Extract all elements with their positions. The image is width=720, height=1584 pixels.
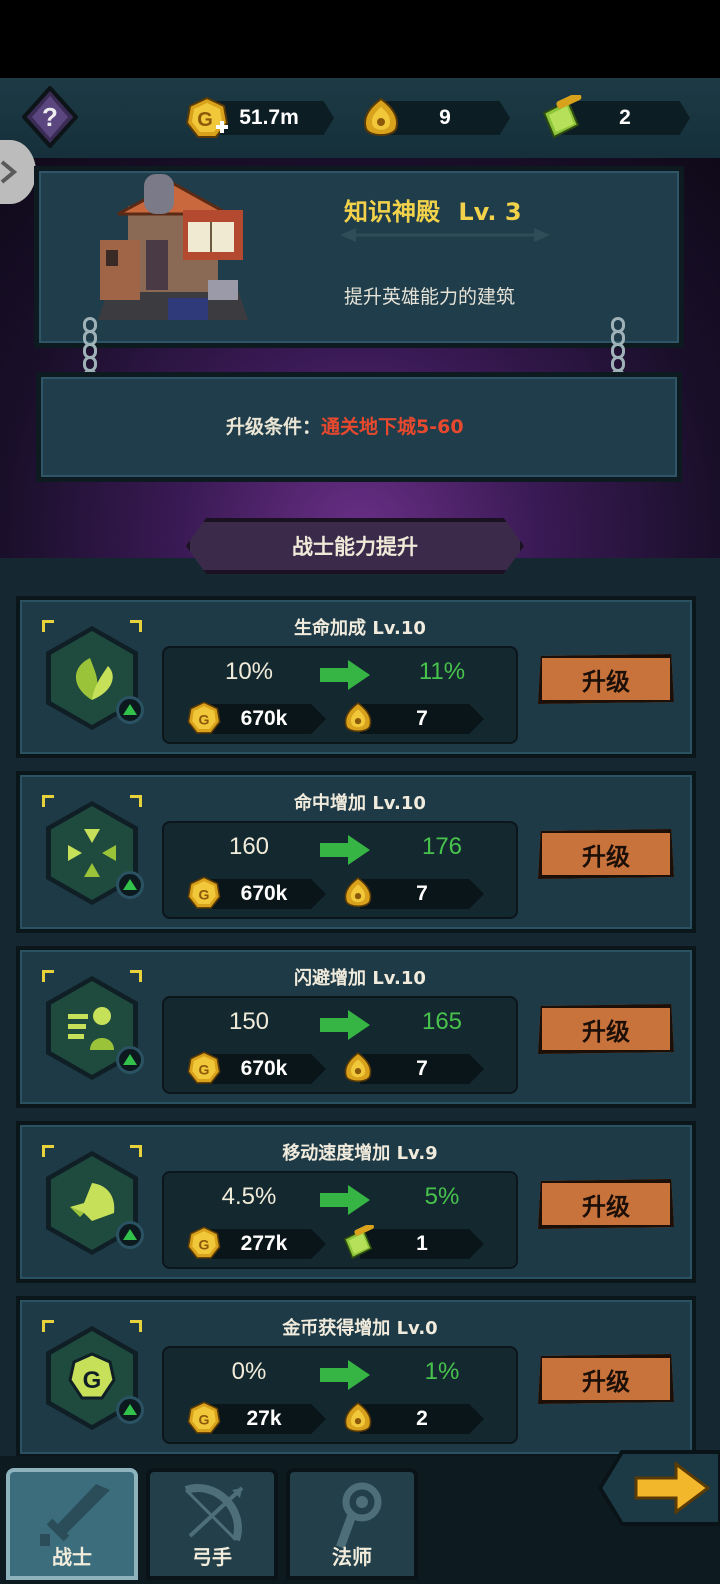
next-value: 5% bbox=[424, 1183, 460, 1210]
gold-coin-icon: G bbox=[187, 701, 221, 734]
help-icon[interactable]: ? bbox=[22, 86, 78, 148]
current-value: 0% bbox=[231, 1358, 267, 1385]
svg-text:G: G bbox=[83, 1367, 102, 1394]
ability-stats: 150 165 670k G 7 bbox=[162, 996, 518, 1094]
upgrade-button[interactable]: 升级 bbox=[538, 654, 674, 704]
target-icon bbox=[68, 829, 116, 877]
ability-name: 闪避增加 Lv.10 bbox=[294, 968, 426, 989]
side-expand-icon[interactable] bbox=[0, 140, 36, 204]
gold-coin-icon: G bbox=[68, 1352, 116, 1400]
ability-name: 金币获得增加 Lv.0 bbox=[282, 1318, 438, 1339]
building-name: 知识神殿 bbox=[344, 198, 440, 226]
ability-card: 命中增加 Lv.10 160 176 670k G 7 升级 bbox=[16, 771, 696, 933]
leaf-icon bbox=[75, 658, 113, 700]
ability-stats: 10% 11% 670k G 7 bbox=[162, 646, 518, 744]
building-description: 提升英雄能力的建筑 bbox=[344, 286, 516, 308]
token-icon bbox=[344, 877, 372, 908]
dodge-icon bbox=[68, 1007, 114, 1050]
requirement-value: 通关地下城5-60 bbox=[321, 416, 464, 438]
tab-label: 战士 bbox=[52, 1545, 92, 1569]
gold-coin-icon: G bbox=[187, 1051, 221, 1084]
current-value: 10% bbox=[224, 658, 274, 685]
upgrade-button[interactable]: 升级 bbox=[538, 1004, 674, 1054]
item-cost: 1 bbox=[360, 1229, 484, 1259]
bow-icon bbox=[184, 1484, 244, 1542]
item-cost: 7 bbox=[360, 704, 484, 734]
ability-name: 移动速度增加 Lv.9 bbox=[282, 1143, 438, 1164]
temple-building-image bbox=[98, 174, 248, 320]
sword-icon bbox=[40, 1484, 110, 1546]
ability-icon-frame[interactable] bbox=[42, 620, 144, 730]
ability-card: 移动速度增加 Lv.9 4.5% 5% 277k G 1 升级 bbox=[16, 1121, 696, 1283]
svg-text:G: G bbox=[199, 1236, 210, 1252]
upgrade-available-icon bbox=[116, 871, 144, 899]
ability-icon-frame[interactable]: G bbox=[42, 1320, 144, 1430]
ability-name: 命中增加 Lv.10 bbox=[294, 793, 426, 814]
ability-icon-frame[interactable] bbox=[42, 1145, 144, 1255]
current-value: 160 bbox=[228, 833, 270, 860]
building-level: Lv. 3 bbox=[458, 198, 522, 226]
upgrade-available-icon bbox=[116, 1221, 144, 1249]
scroll-icon bbox=[343, 1225, 374, 1259]
ability-name: 生命加成 Lv.10 bbox=[294, 618, 426, 639]
item-cost: 7 bbox=[360, 1054, 484, 1084]
gold-coin-icon: G bbox=[187, 876, 221, 909]
next-value: 176 bbox=[421, 833, 463, 860]
gold-coin-icon: G bbox=[187, 1401, 221, 1434]
token-icon bbox=[364, 97, 398, 136]
staff-icon bbox=[336, 1482, 382, 1549]
ability-card: 金币获得增加 Lv.0 G 0% 1% 27k G 2 升级 bbox=[16, 1296, 696, 1458]
arrow-right-icon bbox=[320, 1185, 370, 1215]
upgrade-button[interactable]: 升级 bbox=[538, 1179, 674, 1229]
tab-label: 弓手 bbox=[192, 1545, 232, 1569]
wing-boot-icon bbox=[70, 1183, 115, 1221]
tab-label: 法师 bbox=[332, 1545, 372, 1569]
item-cost: 7 bbox=[360, 879, 484, 909]
upgrade-button[interactable]: 升级 bbox=[538, 829, 674, 879]
upgrade-available-icon bbox=[116, 1396, 144, 1424]
upgrade-requirement: 升级条件：通关地下城5-60 bbox=[226, 412, 464, 439]
ability-stats: 0% 1% 27k G 2 bbox=[162, 1346, 518, 1444]
ability-card: 闪避增加 Lv.10 150 165 670k G 7 升级 bbox=[16, 946, 696, 1108]
arrow-right-icon bbox=[320, 1360, 370, 1390]
tab-archer[interactable]: 弓手 bbox=[146, 1468, 278, 1580]
svg-text:G: G bbox=[199, 711, 210, 727]
upgrade-button[interactable]: 升级 bbox=[538, 1354, 674, 1404]
next-value: 1% bbox=[424, 1358, 460, 1385]
ability-stats: 4.5% 5% 277k G 1 bbox=[162, 1171, 518, 1269]
gold-coin-icon: G bbox=[187, 1226, 221, 1259]
gold-coin-add-icon[interactable]: G bbox=[184, 95, 230, 141]
current-value: 4.5% bbox=[221, 1183, 277, 1210]
arrow-right-icon bbox=[320, 1010, 370, 1040]
token-icon bbox=[344, 1052, 372, 1083]
token-icon bbox=[344, 702, 372, 733]
svg-text:G: G bbox=[199, 1061, 210, 1077]
section-title: 战士能力提升 bbox=[186, 518, 524, 574]
scroll-icon bbox=[542, 95, 582, 139]
ability-card: 生命加成 Lv.10 10% 11% 670k G 7 升级 bbox=[16, 596, 696, 758]
upgrade-available-icon bbox=[116, 696, 144, 724]
item-cost: 2 bbox=[360, 1404, 484, 1434]
ornament-divider bbox=[340, 228, 550, 242]
next-arrow-button[interactable] bbox=[598, 1448, 720, 1528]
arrow-right-icon bbox=[320, 835, 370, 865]
svg-text:G: G bbox=[199, 886, 210, 902]
next-value: 11% bbox=[418, 658, 466, 685]
ability-icon-frame[interactable] bbox=[42, 795, 144, 905]
current-value: 150 bbox=[228, 1008, 270, 1035]
token-icon bbox=[344, 1402, 372, 1433]
building-title: 知识神殿 Lv. 3 bbox=[344, 192, 522, 227]
ability-icon-frame[interactable] bbox=[42, 970, 144, 1080]
svg-text:G: G bbox=[197, 109, 213, 131]
requirement-label: 升级条件： bbox=[226, 416, 322, 438]
tab-mage[interactable]: 法师 bbox=[286, 1468, 418, 1580]
svg-text:?: ? bbox=[42, 102, 58, 132]
tab-warrior[interactable]: 战士 bbox=[6, 1468, 138, 1580]
arrow-right-icon bbox=[320, 660, 370, 690]
svg-text:G: G bbox=[199, 1411, 210, 1427]
next-value: 165 bbox=[421, 1008, 463, 1035]
ability-stats: 160 176 670k G 7 bbox=[162, 821, 518, 919]
upgrade-available-icon bbox=[116, 1046, 144, 1074]
